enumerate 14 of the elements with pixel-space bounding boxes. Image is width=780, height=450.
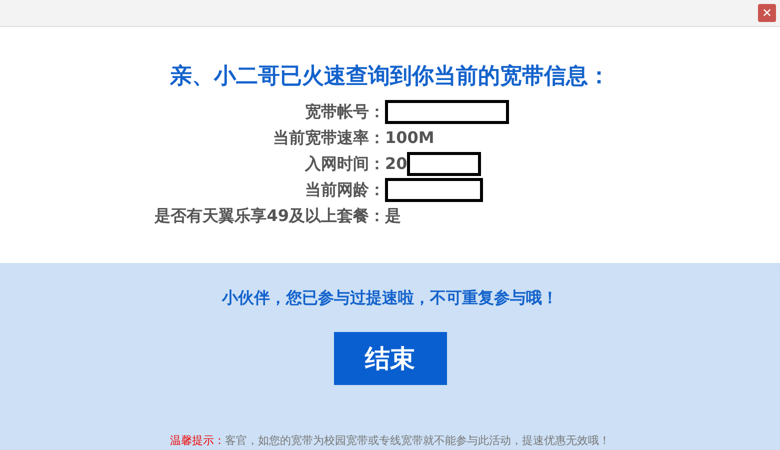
close-button[interactable]: ✕	[758, 4, 776, 22]
info-label: 当前宽带速率：	[273, 128, 385, 147]
notice-message: 小伙伴，您已参与过提速啦，不可重复参与哦！	[222, 287, 558, 309]
info-value: 100M	[385, 127, 434, 149]
end-button[interactable]: 结束	[334, 332, 446, 385]
info-label: 入网时间：	[305, 154, 385, 173]
title: 亲、小二哥已火速查询到你当前的宽带信息：	[168, 62, 611, 91]
tip-text: 客官，如您的宽带为校园宽带或专线宽带就不能参与此活动，提速优惠无效哦！	[225, 434, 610, 447]
info-value: 20	[385, 153, 408, 175]
info-value: 是	[385, 205, 401, 227]
info-label: 是否有天翼乐享49及以上套餐：	[154, 206, 385, 225]
tip-label: 温馨提示：	[170, 434, 225, 447]
info-label: 宽带帐号：	[305, 102, 385, 121]
info-label: 当前网龄：	[305, 180, 385, 199]
